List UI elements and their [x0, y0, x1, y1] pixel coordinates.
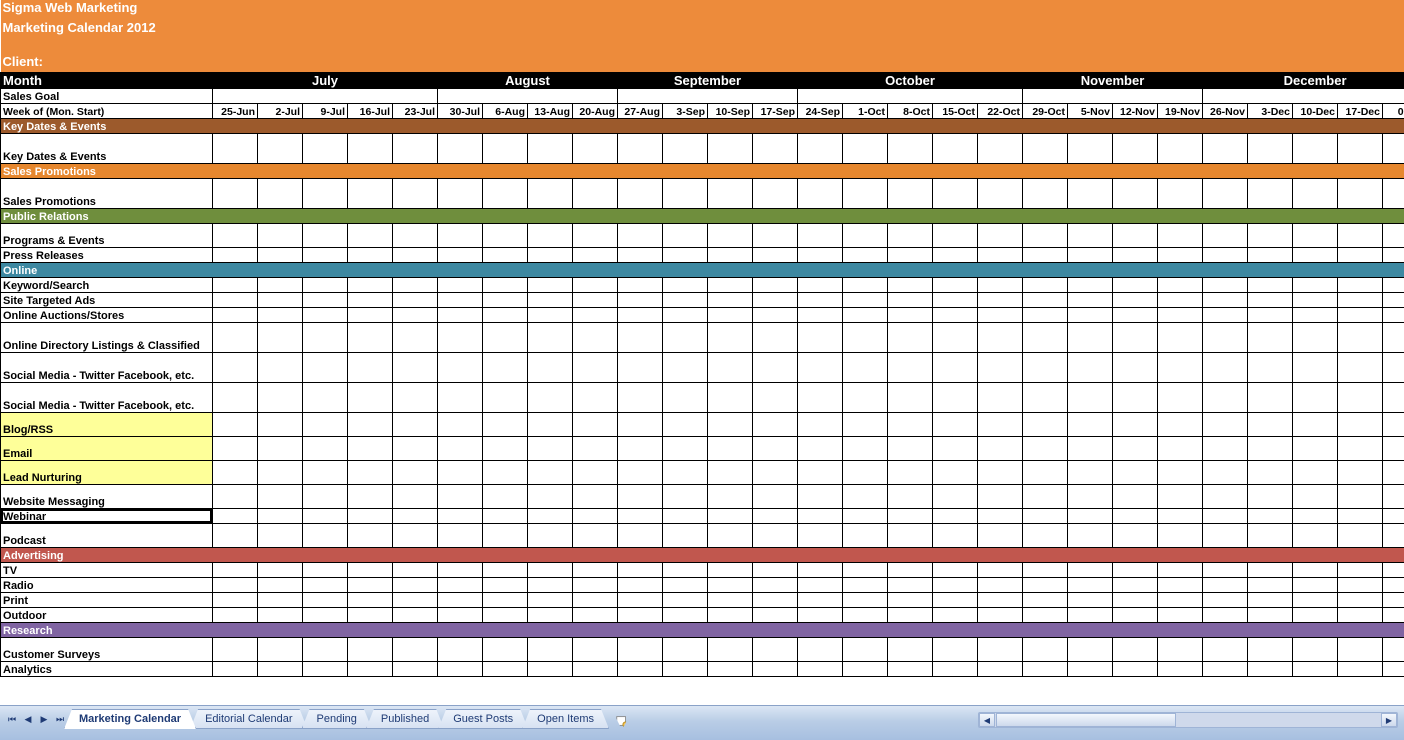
scroll-left-icon[interactable]: ◀: [979, 713, 995, 727]
row-lead-nurturing: Lead Nurturing: [1, 460, 1404, 484]
tab-label: Open Items: [537, 713, 594, 725]
month-dec[interactable]: December: [1203, 72, 1404, 88]
row-outdoor: Outdoor: [1, 607, 1404, 622]
tab-nav-buttons: ⏮ ◀ ▶ ⏭: [0, 706, 70, 728]
row-blog: Blog/RSS: [1, 412, 1404, 436]
spreadsheet-area[interactable]: Sigma Web Marketing Marketing Calendar 2…: [0, 0, 1404, 705]
worksheet-tabs: Marketing Calendar Editorial Calendar Pe…: [70, 706, 631, 730]
tab-label: Published: [381, 713, 429, 725]
tab-label: Editorial Calendar: [205, 713, 292, 725]
row-sales-goal: Sales Goal: [1, 88, 1404, 103]
insert-worksheet-icon[interactable]: [613, 712, 631, 730]
tab-nav-first-icon[interactable]: ⏮: [4, 710, 20, 728]
tab-pending[interactable]: Pending: [302, 709, 372, 729]
row-analytics: Analytics: [1, 661, 1404, 676]
month-label[interactable]: Month: [1, 72, 213, 88]
section-online: Online: [1, 262, 1404, 277]
row-email: Email: [1, 436, 1404, 460]
row-print: Print: [1, 592, 1404, 607]
section-key-dates: Key Dates & Events: [1, 118, 1404, 133]
tab-nav-prev-icon[interactable]: ◀: [20, 710, 36, 728]
row-social-1: Social Media - Twitter Facebook, etc.: [1, 352, 1404, 382]
section-sales-promotions: Sales Promotions: [1, 163, 1404, 178]
month-aug[interactable]: August: [438, 72, 618, 88]
scroll-right-icon[interactable]: ▶: [1381, 713, 1397, 727]
row-press-releases: Press Releases: [1, 247, 1404, 262]
tab-nav-next-icon[interactable]: ▶: [36, 710, 52, 728]
tab-guest-posts[interactable]: Guest Posts: [438, 709, 528, 729]
tab-label: Marketing Calendar: [79, 713, 181, 725]
month-nov[interactable]: November: [1023, 72, 1203, 88]
row-radio: Radio: [1, 577, 1404, 592]
row-customer-surveys: Customer Surveys: [1, 637, 1404, 661]
row-webinar: Webinar: [1, 508, 1404, 523]
row-social-2: Social Media - Twitter Facebook, etc.: [1, 382, 1404, 412]
client-label: Client:: [1, 54, 1404, 72]
month-row: Month July August September October Nove…: [1, 72, 1404, 88]
scroll-thumb[interactable]: [996, 713, 1176, 727]
horizontal-scrollbar[interactable]: ◀ ▶: [978, 712, 1398, 728]
row-podcast: Podcast: [1, 523, 1404, 547]
tab-label: Pending: [317, 713, 357, 725]
month-jul[interactable]: July: [213, 72, 438, 88]
row-key-dates: Key Dates & Events: [1, 133, 1404, 163]
row-directory: Online Directory Listings & Classified: [1, 322, 1404, 352]
month-oct[interactable]: October: [798, 72, 1023, 88]
title-line1: Sigma Web Marketing: [1, 0, 1404, 20]
row-programs-events: Programs & Events: [1, 223, 1404, 247]
row-website-messaging: Website Messaging: [1, 484, 1404, 508]
section-public-relations: Public Relations: [1, 208, 1404, 223]
tab-published[interactable]: Published: [366, 709, 444, 729]
tab-open-items[interactable]: Open Items: [522, 709, 609, 729]
section-research: Research: [1, 622, 1404, 637]
month-sep[interactable]: September: [618, 72, 798, 88]
title-line2: Marketing Calendar 2012: [1, 20, 1404, 40]
tab-marketing-calendar[interactable]: Marketing Calendar: [64, 709, 196, 729]
row-week-of: Week of (Mon. Start) 25-Jun2-Jul9-Jul16-…: [1, 103, 1404, 118]
worksheet-tabstrip: ⏮ ◀ ▶ ⏭ Marketing Calendar Editorial Cal…: [0, 705, 1404, 740]
row-online-auctions: Online Auctions/Stores: [1, 307, 1404, 322]
row-sales-promotions: Sales Promotions: [1, 178, 1404, 208]
section-advertising: Advertising: [1, 547, 1404, 562]
row-site-targeted: Site Targeted Ads: [1, 292, 1404, 307]
calendar-grid[interactable]: Sigma Web Marketing Marketing Calendar 2…: [0, 0, 1404, 677]
tab-editorial-calendar[interactable]: Editorial Calendar: [190, 709, 307, 729]
row-keyword-search: Keyword/Search: [1, 277, 1404, 292]
tab-label: Guest Posts: [453, 713, 513, 725]
row-tv: TV: [1, 562, 1404, 577]
